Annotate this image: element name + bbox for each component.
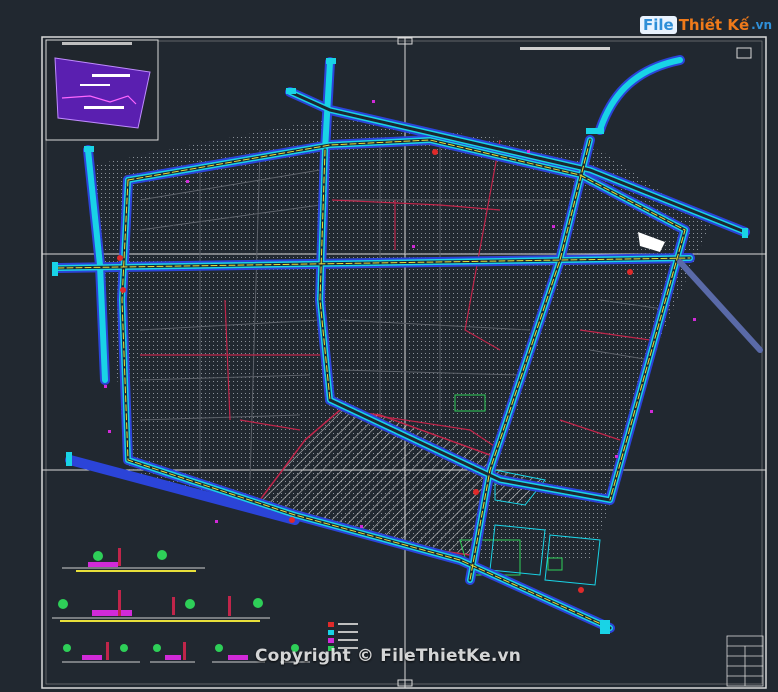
filethietke-logo: File Thiết Kế .vn [640,12,772,38]
logo-file-text: File [640,16,677,34]
copyright-watermark: Copyright © FileThietKe.vn [255,646,522,666]
title-block [726,635,764,687]
key-map-inset [45,39,159,141]
title-strip [520,47,610,50]
logo-thietke-text: Thiết Kế [678,16,750,34]
road-cross-sections [52,548,310,663]
logo-domain-text: .vn [751,18,773,32]
cad-drawing-canvas [41,36,767,689]
